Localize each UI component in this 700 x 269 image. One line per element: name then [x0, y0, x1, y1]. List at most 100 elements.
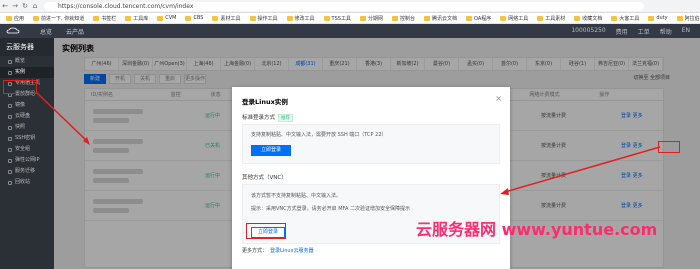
bookmark-item[interactable]: 大客工具: [611, 15, 639, 22]
account-id[interactable]: 100005250: [571, 27, 605, 36]
bookmark-label: 收藏文档: [582, 15, 603, 22]
more-methods-link[interactable]: 登录Linux云服务器: [270, 248, 313, 254]
more-methods-label: 更多方式：: [242, 248, 268, 254]
sidebar-item-label: 服务迁移: [15, 168, 36, 174]
standard-login-desc: 支持复制粘贴、中文输入法，需要开放 SSH 端口（TCP 22）: [251, 132, 387, 138]
bookmark-item[interactable]: CVM: [157, 15, 176, 21]
folder-icon: [249, 15, 256, 21]
nav-products[interactable]: 云产品: [66, 27, 84, 36]
bookmark-label: 网络工具: [508, 15, 529, 22]
close-icon[interactable]: ×: [495, 94, 502, 103]
sidebar-item[interactable]: 镜像: [0, 100, 54, 111]
sidebar-item-label: SSH密钥: [15, 135, 36, 141]
home-icon[interactable]: ⌂: [30, 2, 40, 10]
sidebar-item[interactable]: 概览: [0, 56, 54, 67]
nav-overview[interactable]: 总览: [40, 27, 52, 36]
nav-billing[interactable]: 费用: [616, 27, 628, 36]
sidebar-item-label: 安全组: [15, 146, 31, 152]
folder-icon: [574, 15, 581, 21]
highlight-instance-menu: [3, 80, 37, 94]
bookmark-item[interactable]: 网络工具: [500, 15, 528, 22]
forward-icon[interactable]: →: [10, 2, 20, 10]
bookmark-label: TSS工具: [331, 15, 351, 22]
menu-icon: [8, 103, 12, 108]
sidebar-item[interactable]: 安全组: [0, 144, 54, 155]
folder-icon: [423, 15, 430, 21]
more-methods: 更多方式： 登录Linux云服务器: [242, 247, 314, 254]
folder-icon: [185, 15, 192, 21]
nav-help[interactable]: 帮助: [660, 27, 672, 36]
nav-lang[interactable]: EN: [682, 27, 690, 36]
folder-icon: [323, 15, 330, 21]
bookmark-item[interactable]: 阿拉伯工具: [676, 15, 700, 22]
standard-login-text: 标准登录方式: [242, 115, 276, 121]
folder-icon: [611, 15, 618, 21]
folder-icon: [648, 15, 655, 21]
bookmark-item[interactable]: 收藏文档: [574, 15, 602, 22]
sidebar-item-label: 弹性公网IP: [15, 157, 40, 163]
standard-login-box: 支持复制粘贴、中文输入法，需要开放 SSH 端口（TCP 22） 立即登录: [242, 124, 500, 164]
sidebar-item-label: 云硬盘: [15, 113, 31, 119]
bookmark-label: 书签栏: [101, 15, 117, 22]
bookmark-label: 前进一下, 你就知道: [41, 15, 85, 22]
bookmark-item[interactable]: 修改工具: [286, 15, 315, 22]
bookmark-item[interactable]: duty: [648, 15, 668, 21]
sidebar-item[interactable]: 实例: [0, 67, 54, 78]
folder-icon: [125, 15, 132, 21]
reload-icon[interactable]: ↻: [20, 2, 30, 10]
bookmark-item[interactable]: 分期网: [359, 15, 383, 22]
bookmark-label: OA程序: [473, 15, 492, 22]
sidebar-item[interactable]: 快照: [0, 122, 54, 133]
other-login-label: 其他方式（VNC）: [242, 175, 287, 181]
bookmark-item[interactable]: 素材工具: [212, 15, 241, 22]
bookmark-label: CBS: [193, 15, 204, 21]
folder-icon: [6, 15, 12, 21]
folder-icon: [93, 15, 100, 21]
menu-icon: [8, 70, 12, 75]
menu-icon: [8, 169, 12, 174]
folder-icon: [676, 15, 683, 21]
bookmark-item[interactable]: 工具库: [125, 15, 148, 22]
bookmark-label: 阿拉伯工具: [684, 15, 700, 22]
sidebar-item-label: 回收站: [15, 179, 31, 185]
bookmark-item[interactable]: 应用: [6, 15, 24, 22]
folder-icon: [391, 15, 398, 21]
bookmark-item[interactable]: 操作工具: [249, 15, 278, 22]
bookmark-item[interactable]: TSS工具: [323, 15, 351, 22]
sidebar-item[interactable]: 回收站: [0, 177, 54, 188]
bookmark-item[interactable]: 前进一下, 你就知道: [33, 15, 84, 22]
menu-icon: [8, 59, 12, 64]
bookmark-item[interactable]: 书签栏: [93, 15, 116, 22]
bookmarks-bar: 应用 前进一下, 你就知道 书签栏 工具库 CVM CBS 素材工具 操作工具 修改工具 TSS工…: [0, 13, 700, 24]
address-bar[interactable]: https://console.cloud.tencent.com/cvm/in…: [44, 2, 644, 11]
sidebar-item[interactable]: SSH密钥: [0, 133, 54, 144]
standard-login-button[interactable]: 立即登录: [251, 145, 291, 156]
folder-icon: [537, 15, 544, 21]
bookmark-label: duty: [656, 15, 668, 21]
menu-icon: [8, 158, 12, 163]
menu-icon: [8, 114, 12, 119]
back-icon[interactable]: ←: [0, 2, 10, 10]
bookmark-label: 修改工具: [294, 15, 315, 22]
menu-icon: [8, 147, 12, 152]
sidebar-item-label: 镜像: [15, 102, 26, 108]
sidebar-item[interactable]: 云硬盘: [0, 111, 54, 122]
menu-icon: [8, 180, 12, 185]
bookmark-item[interactable]: 工具素材: [537, 15, 565, 22]
bookmark-item[interactable]: 控制台: [391, 15, 415, 22]
bookmark-label: 素材工具: [220, 15, 241, 22]
sidebar-item[interactable]: 弹性公网IP: [0, 155, 54, 166]
modal-title: 登录Linux实例: [242, 98, 288, 106]
sidebar-item-label: 快照: [15, 124, 26, 130]
bookmark-item[interactable]: OA程序: [465, 15, 492, 22]
bookmark-item[interactable]: 腾讯云文档: [423, 15, 457, 22]
vnc-desc-2: 提示：采用VNC方式登录，请务必开启 MFA 二次验证增加安全保障提示: [251, 206, 410, 212]
bookmark-item[interactable]: CBS: [185, 15, 203, 21]
login-linux-modal: 登录Linux实例 × 标准登录方式 推荐 支持复制粘贴、中文输入法，需要开放 S…: [232, 87, 510, 269]
standard-login-label: 标准登录方式 推荐: [242, 113, 294, 122]
tencent-cloud-logo-icon[interactable]: [6, 27, 20, 35]
folder-icon: [157, 15, 164, 21]
sidebar-item[interactable]: 服务迁移: [0, 166, 54, 177]
nav-ticket[interactable]: 工单: [638, 27, 650, 36]
console-topnav: 总览 云产品 100005250 费用 工单 帮助 EN: [0, 24, 700, 38]
